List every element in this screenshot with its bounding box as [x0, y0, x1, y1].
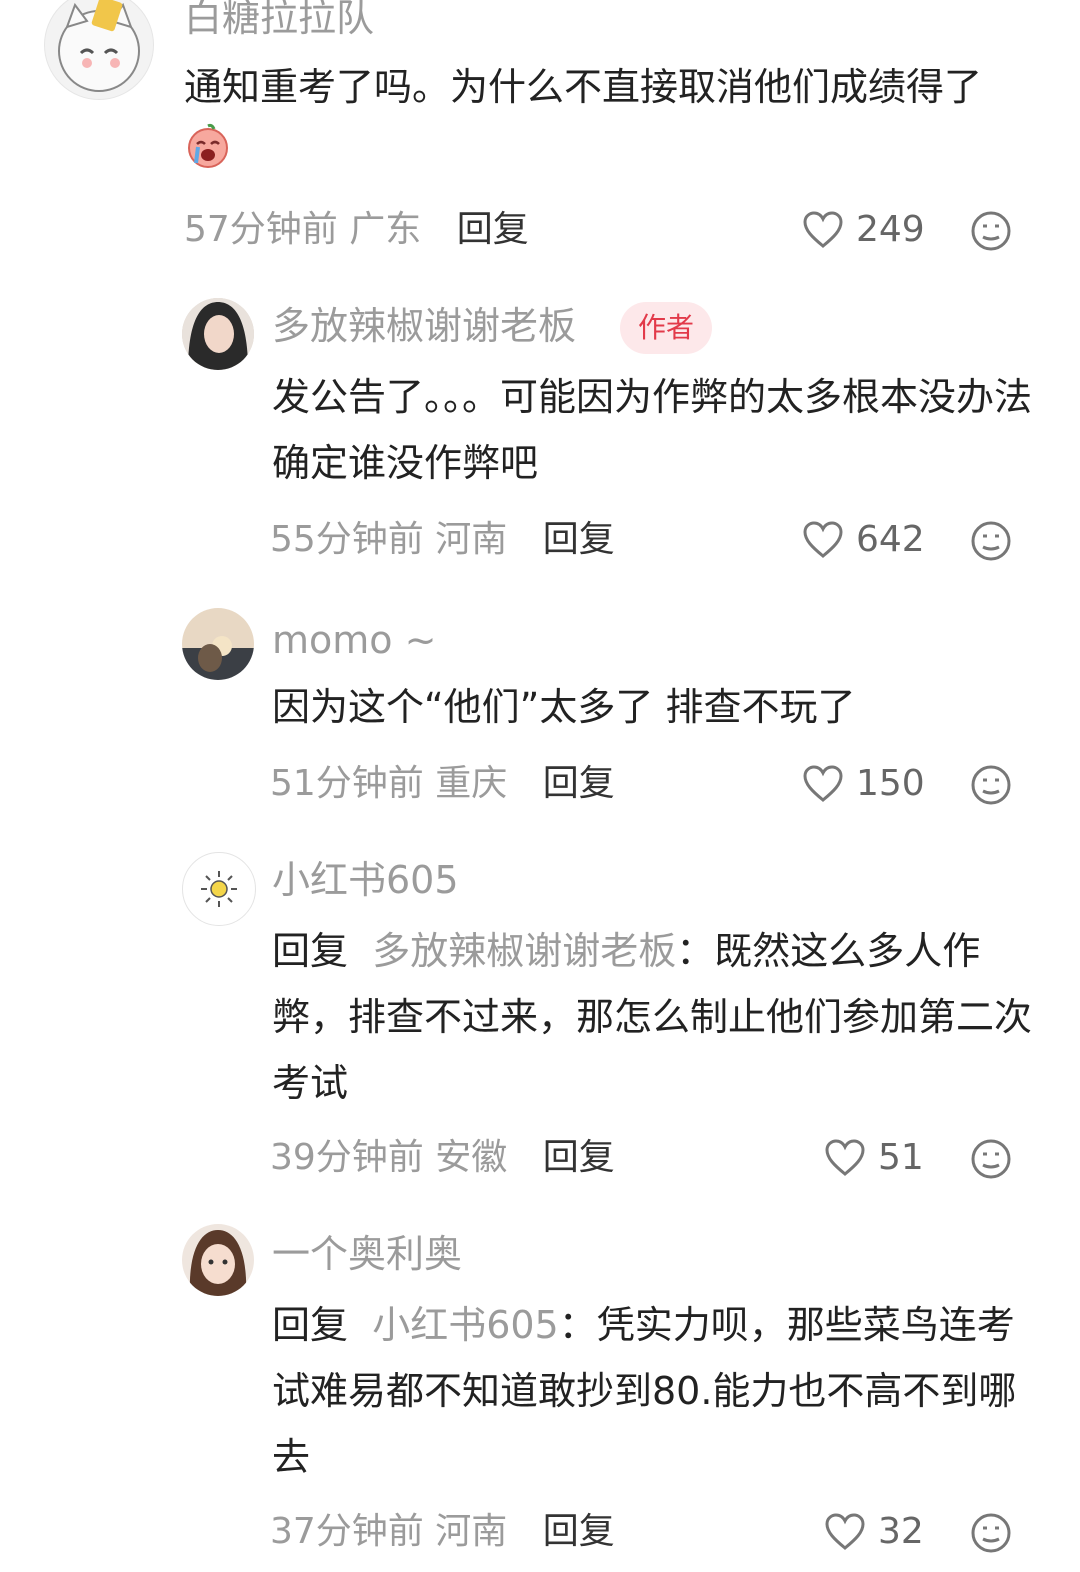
comment-location: 广东	[349, 209, 422, 250]
comment-meta: 55分钟前 河南 回复	[270, 516, 615, 564]
heart-outline-icon	[825, 1139, 865, 1176]
comment-location: 河南	[435, 519, 508, 560]
reply-button[interactable]: 回复	[543, 1511, 615, 1552]
comment-meta: 37分钟前 河南 回复	[270, 1508, 615, 1556]
avatar[interactable]	[182, 852, 256, 926]
reply-button[interactable]: 回复	[543, 519, 615, 560]
comment-username[interactable]: 一个奥利奥	[272, 1230, 462, 1278]
reply-button[interactable]: 回复	[457, 209, 529, 250]
crying-emoji-icon	[184, 122, 232, 190]
comment-time: 39分钟前	[270, 1137, 424, 1178]
like-count: 642	[856, 519, 925, 560]
avatar[interactable]	[182, 608, 254, 680]
emoji-face-icon[interactable]	[970, 520, 1012, 566]
like-button[interactable]: 150	[802, 760, 925, 808]
like-count: 150	[856, 763, 925, 804]
comment-text: 因为这个“他们”太多了 排查不玩了	[272, 685, 856, 729]
emoji-face-icon[interactable]	[970, 210, 1012, 256]
comment-meta: 51分钟前 重庆 回复	[270, 760, 615, 808]
like-button[interactable]: 51	[824, 1134, 924, 1182]
reply-button[interactable]: 回复	[543, 763, 615, 804]
like-button[interactable]: 642	[802, 516, 925, 564]
cat-avatar-icon	[58, 0, 140, 92]
comment-text: 回复 多放辣椒谢谢老板：既然这么多人作弊，排查不过来，那怎么制止他们参加第二次考…	[272, 918, 1032, 1116]
emoji-face-icon[interactable]	[970, 1138, 1012, 1184]
reply-prefix: 回复	[272, 929, 349, 973]
comment-username[interactable]: momo ~	[272, 616, 436, 664]
reply-prefix: 回复	[272, 1303, 349, 1347]
author-badge: 作者	[620, 302, 713, 354]
child-avatar-icon	[182, 1224, 254, 1296]
mention-link[interactable]: 多放辣椒谢谢老板	[372, 929, 676, 973]
comment-time: 37分钟前	[270, 1511, 424, 1552]
heart-outline-icon	[803, 211, 843, 248]
comment-text: 通知重考了吗。为什么不直接取消他们成绩得了	[184, 54, 1034, 190]
comment-time: 55分钟前	[270, 519, 424, 560]
sun-avatar-icon	[201, 871, 237, 907]
comment-username[interactable]: 小红书605	[272, 856, 459, 904]
avatar[interactable]	[182, 1224, 254, 1296]
emoji-face-icon[interactable]	[970, 1512, 1012, 1558]
heart-outline-icon	[803, 521, 843, 558]
person-avatar-icon	[182, 298, 254, 370]
like-button[interactable]: 32	[824, 1508, 924, 1556]
emoji-face-icon[interactable]	[970, 764, 1012, 810]
comment-username[interactable]: 多放辣椒谢谢老板	[272, 302, 576, 350]
comment-body: 通知重考了吗。为什么不直接取消他们成绩得了	[184, 65, 983, 109]
comment-location: 重庆	[435, 763, 508, 804]
like-count: 32	[878, 1511, 924, 1552]
comment-username[interactable]: 白糖拉拉队	[184, 0, 374, 42]
like-count: 51	[878, 1137, 924, 1178]
comment-text: 回复 小红书605：凭实力呗，那些菜鸟连考试难易都不知道敢抄到80.能力也不高不…	[272, 1292, 1042, 1490]
comment-meta: 39分钟前 安徽 回复	[270, 1134, 615, 1182]
avatar[interactable]	[44, 0, 154, 100]
heart-outline-icon	[803, 765, 843, 802]
comment-time: 57分钟前	[184, 209, 338, 250]
like-button[interactable]: 249	[802, 206, 925, 254]
like-count: 249	[856, 209, 925, 250]
heart-outline-icon	[825, 1513, 865, 1550]
comment-text: 发公告了。。。可能因为作弊的太多根本没办法确定谁没作弊吧	[272, 375, 1033, 485]
comment-location: 安徽	[435, 1137, 508, 1178]
sunset-avatar-icon	[182, 608, 254, 680]
mention-link[interactable]: 小红书605	[372, 1303, 559, 1347]
comment-location: 河南	[435, 1511, 508, 1552]
reply-button[interactable]: 回复	[543, 1137, 615, 1178]
avatar[interactable]	[182, 298, 254, 370]
comment-time: 51分钟前	[270, 763, 424, 804]
comment-meta: 57分钟前 广东 回复	[184, 206, 529, 254]
